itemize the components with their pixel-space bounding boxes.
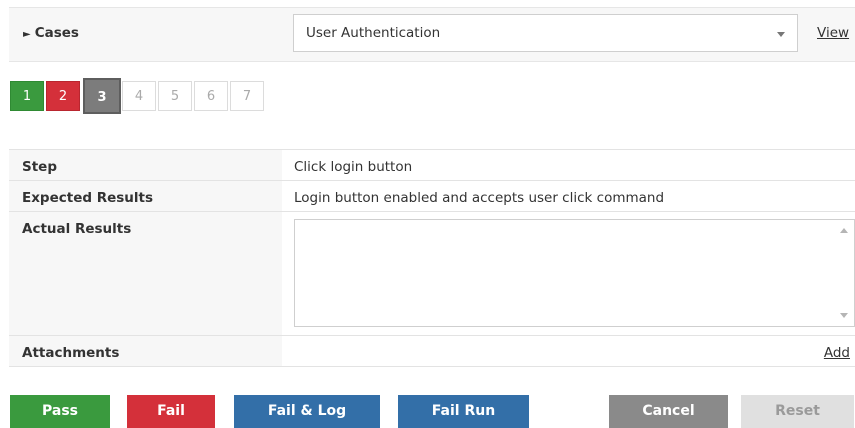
attachments-row: Attachments Add	[9, 336, 855, 367]
cases-row: ► Cases User Authentication View	[9, 7, 855, 62]
step-page-6[interactable]: 6	[194, 81, 228, 111]
expected-results-value: Login button enabled and accepts user cl…	[294, 190, 665, 206]
step-row: Step Click login button	[9, 150, 855, 181]
cases-toggle[interactable]: ► Cases	[23, 25, 79, 41]
expected-results-row: Expected Results Login button enabled an…	[9, 181, 855, 212]
step-page-4[interactable]: 4	[122, 81, 156, 111]
actual-results-input[interactable]	[294, 219, 855, 327]
step-page-2[interactable]: 2	[46, 81, 80, 111]
case-select[interactable]: User Authentication	[293, 14, 798, 52]
step-value: Click login button	[294, 159, 413, 175]
step-page-5[interactable]: 5	[158, 81, 192, 111]
step-page-1[interactable]: 1	[10, 81, 44, 111]
scroll-up-icon[interactable]	[840, 228, 848, 233]
pass-button[interactable]: Pass	[10, 395, 110, 428]
expected-results-label: Expected Results	[9, 181, 282, 211]
actual-results-row: Actual Results	[9, 212, 855, 336]
reset-button[interactable]: Reset	[741, 395, 854, 428]
scroll-down-icon[interactable]	[840, 313, 848, 318]
chevron-down-icon	[777, 32, 785, 37]
fail-and-log-button[interactable]: Fail & Log	[234, 395, 380, 428]
case-select-value: User Authentication	[306, 25, 441, 41]
actual-results-label: Actual Results	[9, 212, 282, 335]
view-link[interactable]: View	[817, 25, 849, 41]
step-page-3[interactable]: 3	[83, 78, 121, 114]
fail-run-button[interactable]: Fail Run	[398, 395, 529, 428]
step-details-table: Step Click login button Expected Results…	[9, 149, 855, 367]
attachments-label: Attachments	[9, 336, 282, 366]
fail-button[interactable]: Fail	[127, 395, 215, 428]
add-attachment-link[interactable]: Add	[824, 345, 850, 361]
cases-label: Cases	[34, 25, 79, 41]
cancel-button[interactable]: Cancel	[609, 395, 728, 428]
expand-arrow-icon: ►	[23, 29, 31, 40]
step-page-7[interactable]: 7	[230, 81, 264, 111]
step-label: Step	[9, 150, 282, 180]
